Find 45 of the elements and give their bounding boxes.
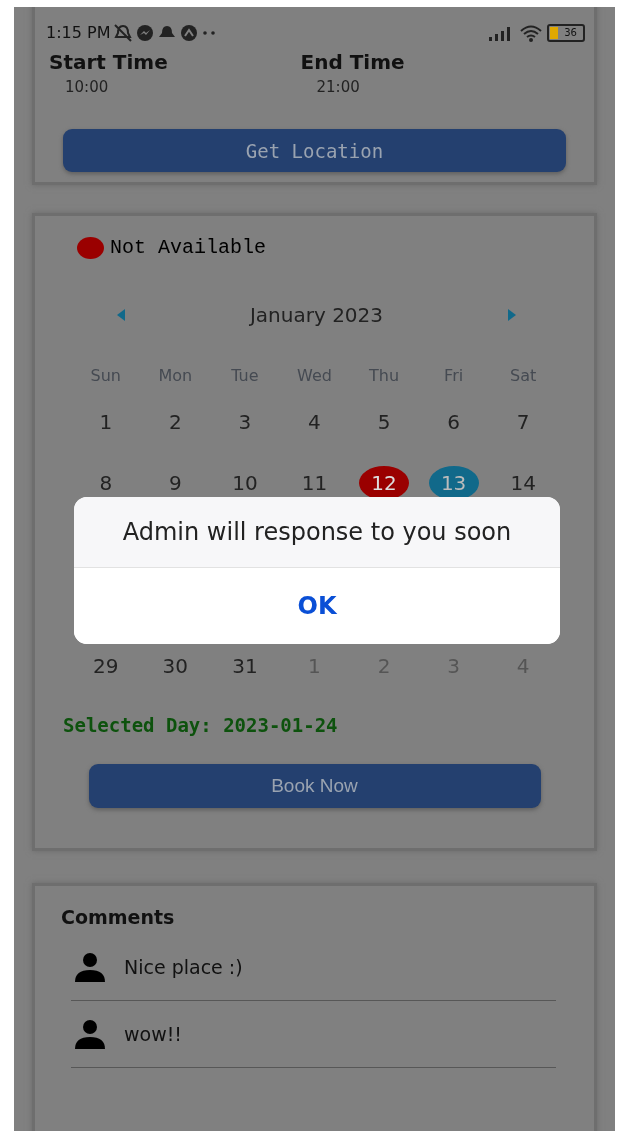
calendar-day[interactable]: 29 (80, 648, 131, 683)
dialog-message: Admin will response to you soon (74, 497, 560, 568)
calendar-day[interactable]: 4 (289, 404, 340, 439)
messenger-icon (136, 23, 155, 42)
time-value: 21:00 (316, 78, 361, 96)
selected-day-text: Selected Day: 2023-01-24 (63, 714, 339, 736)
muted-bell-icon (114, 23, 133, 42)
calendar-day[interactable]: 12 (359, 465, 410, 500)
comments-title: Comments (61, 906, 176, 928)
weekday-label: Fri (444, 366, 464, 385)
comment-text: wow!! (124, 1023, 182, 1045)
get-location-button[interactable]: Get Location (63, 129, 566, 172)
weekday-label: Sat (510, 366, 537, 385)
weekday-label: Sun (90, 366, 121, 385)
weekday-label: Wed (297, 366, 332, 385)
calendar-day[interactable]: 3 (219, 404, 270, 439)
next-month-icon[interactable] (508, 309, 516, 321)
weekday-label: Tue (231, 366, 259, 385)
wifi-icon (519, 23, 543, 42)
calendar-day[interactable]: 7 (498, 404, 549, 439)
calendar-day[interactable]: 2 (150, 404, 201, 439)
person-icon (74, 1019, 106, 1049)
calendar-day[interactable]: 11 (289, 465, 340, 500)
calendar-day[interactable]: 30 (150, 648, 201, 683)
calendar-day[interactable]: 10 (219, 465, 270, 500)
more-dots-icon (202, 29, 217, 36)
weekday-label: Mon (158, 366, 193, 385)
time-value: 10:00 (65, 78, 110, 96)
previous-month-icon[interactable] (117, 309, 125, 321)
calendar-day[interactable]: 5 (359, 404, 410, 439)
weekday-label: Thu (369, 366, 400, 385)
calendar-day[interactable]: 6 (428, 404, 479, 439)
month-title: January 2023 (249, 303, 384, 327)
legend-label: Not Available (110, 236, 267, 259)
calendar-day[interactable]: 14 (498, 465, 549, 500)
person-icon (74, 952, 106, 982)
calendar-day[interactable]: 13 (428, 465, 479, 500)
book-now-button[interactable]: Book Now (88, 764, 541, 808)
calendar-day[interactable]: 9 (150, 465, 201, 500)
calendar-day[interactable]: 31 (219, 648, 270, 683)
time-label: End Time (300, 50, 406, 74)
comment-text: Nice place :) (124, 956, 243, 978)
calendar-day[interactable]: 1 (80, 404, 131, 439)
status-time: 1:15 PM (46, 23, 111, 42)
calendar-day[interactable]: 8 (80, 465, 131, 500)
